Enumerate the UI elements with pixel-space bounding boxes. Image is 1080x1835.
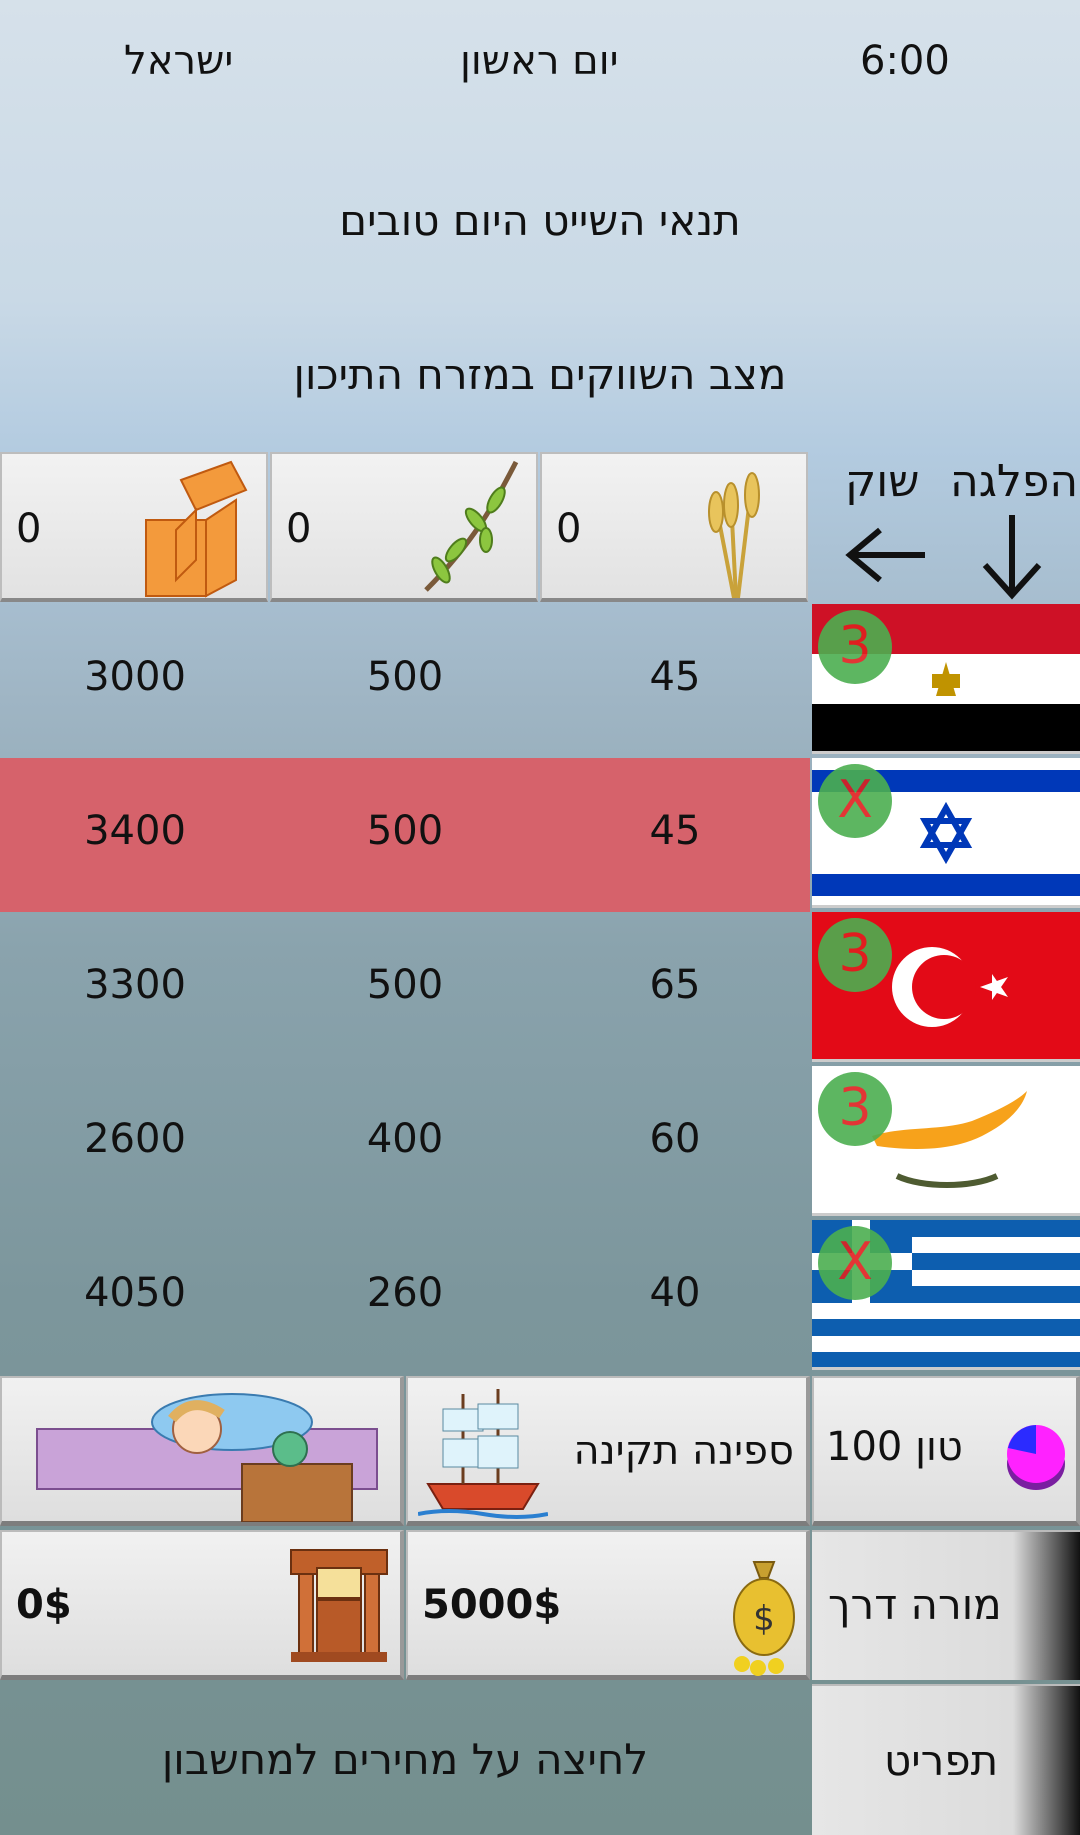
flag-israel-button[interactable]: X (812, 758, 1080, 908)
calculator-hint: לחיצה על מחירים למחשבון (161, 1735, 649, 1784)
price-cell[interactable]: 45 (575, 654, 775, 700)
price-cell[interactable]: 260 (305, 1270, 505, 1316)
commodity-olive[interactable]: 0 (270, 452, 538, 602)
sail-badge: X (818, 1226, 892, 1300)
ship-condition-label: ספינה תקינה (573, 1428, 794, 1474)
market-label: שוק (845, 456, 920, 507)
country-name: ישראל (124, 38, 234, 84)
sleep-button[interactable] (0, 1376, 404, 1526)
cash-amount: 5000$ (422, 1582, 562, 1628)
guide-button[interactable]: מורה דרך (812, 1530, 1080, 1680)
markets-title: מצב השווקים במזרח התיכון (293, 350, 787, 399)
market-row-turkey[interactable]: 65 500 3300 (0, 912, 810, 1066)
market-row-cyprus[interactable]: 60 400 2600 (0, 1066, 810, 1220)
day-label: יום ראשון (460, 38, 619, 84)
sail-badge: 3 (818, 610, 892, 684)
capacity-panel[interactable]: 100 טון (812, 1376, 1080, 1526)
sail-badge: 3 (818, 1072, 892, 1146)
price-cell[interactable]: 3300 (35, 962, 235, 1008)
bank-amount: 0$ (16, 1582, 72, 1628)
flag-egypt-button[interactable]: 3 (812, 604, 1080, 754)
menu-button-label: תפריט (884, 1736, 999, 1785)
price-cell[interactable]: 65 (575, 962, 775, 1008)
sail-label: הפלגה (950, 456, 1079, 507)
svg-text:$: $ (753, 1599, 775, 1639)
price-cell[interactable]: 45 (575, 808, 775, 854)
price-cell[interactable]: 4050 (35, 1270, 235, 1316)
guide-button-label: מורה דרך (828, 1580, 1002, 1629)
ship-condition-panel[interactable]: ספינה תקינה (406, 1376, 810, 1526)
price-cell[interactable]: 500 (305, 808, 505, 854)
price-cell[interactable]: 40 (575, 1270, 775, 1316)
commodity-gold[interactable]: 0 (0, 452, 268, 602)
sail-badge: X (818, 764, 892, 838)
arrow-icons (845, 515, 1042, 600)
price-cell[interactable]: 3400 (35, 808, 235, 854)
bank-panel[interactable]: 0$ (0, 1530, 404, 1680)
price-cell[interactable]: 400 (305, 1116, 505, 1162)
price-cell[interactable]: 2600 (35, 1116, 235, 1162)
flag-greece-button[interactable]: X (812, 1220, 1080, 1370)
wheat-icon (708, 472, 760, 598)
flag-cyprus-button[interactable]: 3 (812, 1066, 1080, 1216)
menu-button[interactable]: תפריט (812, 1684, 1080, 1835)
olive-branch-icon (424, 460, 519, 592)
sailing-conditions: תנאי השייט היום טובים (339, 196, 741, 245)
money-bag-icon: $ (733, 1561, 795, 1676)
sail-badge: 3 (818, 918, 892, 992)
capacity-label: 100 טון (826, 1424, 963, 1470)
bank-icon (290, 1549, 388, 1662)
gold-quantity: 0 (16, 506, 42, 552)
price-cell[interactable]: 500 (305, 654, 505, 700)
ship-icon (418, 1389, 548, 1519)
gold-bars-icon (145, 460, 248, 598)
wheat-quantity: 0 (556, 506, 582, 552)
cargo-pie-icon (1007, 1425, 1065, 1490)
market-row-greece[interactable]: 40 260 4050 (0, 1220, 810, 1374)
flag-turkey-button[interactable]: 3 (812, 912, 1080, 1062)
time-label: 6:00 (860, 38, 950, 84)
price-cell[interactable]: 500 (305, 962, 505, 1008)
cash-panel[interactable]: 5000$ $ (406, 1530, 810, 1680)
commodity-wheat[interactable]: 0 (540, 452, 808, 602)
market-row-israel[interactable]: 45 500 3400 (0, 758, 810, 912)
market-row-egypt[interactable]: 45 500 3000 (0, 604, 810, 758)
price-cell[interactable]: 60 (575, 1116, 775, 1162)
sleeping-person-icon (36, 1393, 378, 1522)
olive-quantity: 0 (286, 506, 312, 552)
price-cell[interactable]: 3000 (35, 654, 235, 700)
